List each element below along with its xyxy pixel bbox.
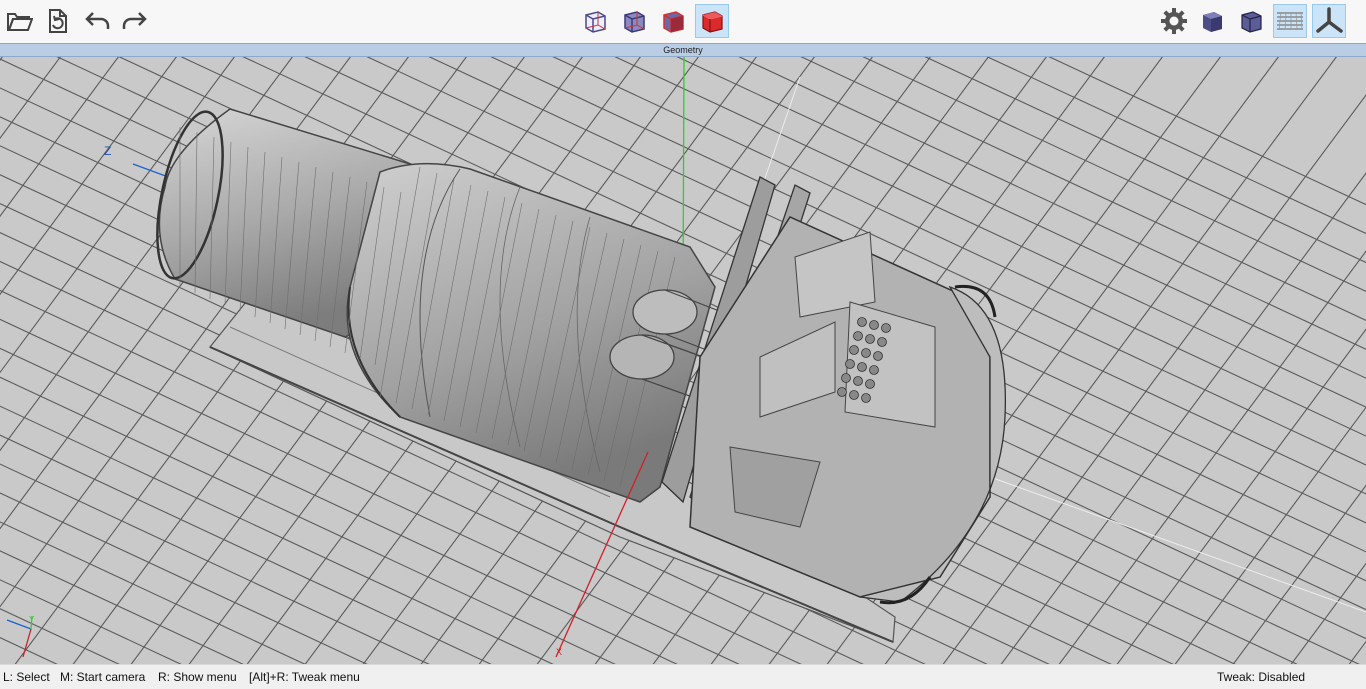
thruster-upper bbox=[632, 289, 698, 335]
gizmo-y-label: Y bbox=[29, 615, 35, 624]
undo-icon[interactable] bbox=[80, 4, 114, 38]
axis-gizmo: Y bbox=[6, 615, 35, 658]
redo-icon[interactable] bbox=[118, 4, 152, 38]
status-right-click: R: Show menu bbox=[158, 670, 237, 684]
status-tweak-state: Tweak: Disabled bbox=[1217, 670, 1306, 684]
settings-gear-icon[interactable] bbox=[1157, 4, 1191, 38]
wireframe-cube-icon[interactable] bbox=[578, 4, 612, 38]
status-alt-right-click: [Alt]+R: Tweak menu bbox=[249, 670, 360, 684]
document-tab-bar: Geometry bbox=[0, 43, 1366, 57]
z-axis-label: Z bbox=[104, 144, 111, 158]
main-toolbar bbox=[0, 0, 1366, 44]
axes-toggle-icon[interactable] bbox=[1312, 4, 1346, 38]
open-folder-icon[interactable] bbox=[2, 4, 36, 38]
grid-toggle-icon[interactable] bbox=[1273, 4, 1307, 38]
status-bar: L: Select M: Start camera R: Show menu [… bbox=[0, 664, 1366, 689]
status-left-click: L: Select bbox=[3, 670, 50, 684]
shaded-edges-cube-icon[interactable] bbox=[656, 4, 690, 38]
solid-red-cube-icon[interactable] bbox=[695, 4, 729, 38]
3d-viewport[interactable]: Z X Y bbox=[0, 57, 1366, 664]
geometry-tab[interactable]: Geometry bbox=[0, 44, 1366, 56]
shaded-cube-icon[interactable] bbox=[1195, 4, 1229, 38]
thruster-lower bbox=[609, 334, 675, 380]
shaded-wire-cube-icon[interactable] bbox=[617, 4, 651, 38]
status-middle-click: M: Start camera bbox=[60, 670, 146, 684]
reload-file-icon[interactable] bbox=[40, 4, 74, 38]
outline-cube-icon[interactable] bbox=[1234, 4, 1268, 38]
x-axis-label: X bbox=[556, 647, 562, 657]
